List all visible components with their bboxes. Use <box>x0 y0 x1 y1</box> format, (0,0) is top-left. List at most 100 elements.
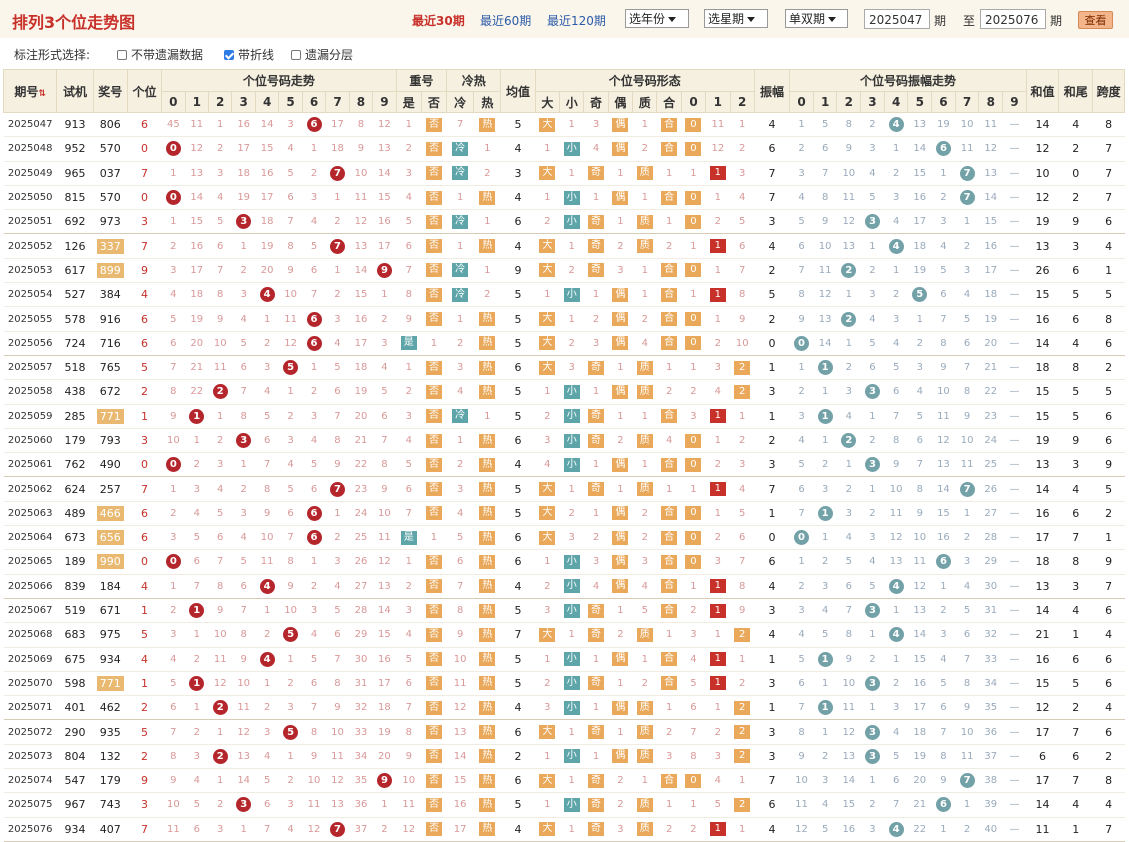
form-missing: 3 <box>592 119 600 131</box>
amp-trend-cell: 15 <box>836 792 861 818</box>
missing-count: 7 <box>217 264 224 276</box>
checkbox-icon[interactable] <box>117 50 127 60</box>
trend-cell: 2 <box>185 452 209 478</box>
table-row: 2025068 683 975 5 3 1 10 8 2 5 4 6 29 15 4 否 9 热 7 大 1 奇 2 质 1 3 1… <box>3 622 1125 648</box>
hotcold-cell: 热 <box>473 331 501 356</box>
amp-trend-cell: 3 <box>789 598 814 624</box>
from-issue-input[interactable]: 2025047 <box>864 9 930 29</box>
award-cell: 570 <box>93 185 128 211</box>
to-issue-input[interactable]: 2025076 <box>980 9 1046 29</box>
award-repeat-badge: 990 <box>96 554 124 570</box>
hotcold-miss: 4 <box>456 386 464 398</box>
header-issue[interactable]: 期号⇅ <box>2 69 58 113</box>
form-missing: 2 <box>665 726 673 738</box>
amp-trend-cell: 15 <box>907 161 932 186</box>
missing-count: 2 <box>334 216 341 228</box>
missing-count: 17 <box>260 192 274 204</box>
missing-count: 25 <box>354 532 368 544</box>
amp-trend-cell: 16 <box>907 185 932 211</box>
amp-trend-cell: 6 <box>884 379 908 405</box>
parity-select[interactable]: 单双期 <box>785 9 848 28</box>
amp-trend-cell: 4 <box>813 792 837 818</box>
amp-trend-cell: 7 <box>884 404 908 429</box>
amp-trend-cell: 5 <box>813 622 837 648</box>
nav-recent-60[interactable]: 最近60期 <box>480 12 531 29</box>
view-button[interactable]: 查看 <box>1078 11 1113 29</box>
issue-cell: 2025070 <box>3 671 57 697</box>
option-no-missing[interactable]: 不带遗漏数据 <box>117 46 203 63</box>
missing-count: 19 <box>378 726 391 738</box>
trend-cell: 8 <box>161 744 186 770</box>
trend-cell: 12 <box>208 671 232 697</box>
form-missing: 1 <box>592 386 600 398</box>
repeat-tag: 否 <box>425 117 442 132</box>
form-cell: 3 <box>730 161 755 186</box>
amp-trend-cell: 8 <box>836 112 861 138</box>
form-tag: 奇 <box>588 627 605 642</box>
sum-cell: 15 <box>1026 282 1059 308</box>
hotcold-miss: 1 <box>484 264 491 276</box>
trend-cell: 5 <box>278 719 303 745</box>
trend-cell: 6 <box>161 695 186 721</box>
repeat-tag: 否 <box>425 700 442 715</box>
span-cell: 7 <box>1092 136 1125 162</box>
sum-cell: 12 <box>1026 695 1059 721</box>
amp-trend-cell: 4 <box>884 112 908 138</box>
form-tag: 小 <box>563 700 580 715</box>
form-missing: 3 <box>544 435 551 446</box>
amp-trend-cell: 39 <box>978 792 1003 818</box>
sum-tail-cell: 6 <box>1058 501 1093 527</box>
repeat-cell: 10 <box>396 768 422 794</box>
amp-missing: — <box>1009 216 1020 228</box>
week-select[interactable]: 选星期 <box>704 9 768 28</box>
form-cell: 2 <box>632 501 657 527</box>
span-cell: 5 <box>1092 379 1125 405</box>
amp-trend-cell: 5 <box>789 209 814 235</box>
span-cell: 6 <box>1092 647 1125 672</box>
amp-trend-cell: 2 <box>955 233 979 259</box>
nav-recent-120[interactable]: 最近120期 <box>547 12 606 29</box>
checkbox-icon[interactable] <box>291 50 301 60</box>
amp-missing: 3 <box>798 167 805 179</box>
amp-missing: 5 <box>892 750 900 762</box>
option-layered-missing[interactable]: 遗漏分层 <box>291 46 353 63</box>
table-row: 2025055 578 916 6 5 19 9 4 1 11 6 3 16 2 9 否 1 热 5 大 1 2 偶 2 合 0 1… <box>3 306 1125 332</box>
form-missing: 11 <box>711 119 725 131</box>
form-cell: 1 <box>632 647 657 672</box>
span-cell: 6 <box>1092 671 1125 697</box>
year-select[interactable]: 选年份 <box>625 9 689 28</box>
checkbox-checked-icon[interactable] <box>224 50 234 60</box>
form-cell: 小 <box>559 136 584 162</box>
option-polyline[interactable]: 带折线 <box>224 46 274 63</box>
trend-cell: 2 <box>278 671 303 697</box>
amp-missing: 9 <box>963 410 971 422</box>
hotcold-tag: 热 <box>479 797 496 812</box>
nav-recent-30[interactable]: 最近30期 <box>412 12 465 29</box>
form-missing: 1 <box>714 507 722 519</box>
sum-cell: 18 <box>1026 549 1059 575</box>
amp-missing: — <box>1009 143 1020 155</box>
missing-count: 11 <box>354 192 368 204</box>
hotcold-cell: 13 <box>446 719 474 745</box>
missing-count: 7 <box>287 532 294 544</box>
amp-trend-cell: 16 <box>907 671 932 697</box>
form-missing: 1 <box>544 799 551 811</box>
missing-count: 6 <box>240 580 247 592</box>
form-cell: 偶 <box>608 136 633 162</box>
shiji-cell: 189 <box>56 549 94 575</box>
trend-cell: 16 <box>255 161 279 186</box>
amp-trend-cell: 3 <box>836 501 861 527</box>
hotcold-cell: 2 <box>473 161 501 186</box>
span-cell: 1 <box>1092 258 1125 284</box>
form-missing: 2 <box>714 216 722 228</box>
trend-cell: 12 <box>185 136 209 162</box>
amp-missing: 2 <box>963 823 971 835</box>
span-cell: 4 <box>1092 792 1125 818</box>
repeat-tag: 否 <box>425 822 442 837</box>
hotcold-cell: 热 <box>473 598 501 624</box>
amp-missing: 10 <box>913 532 927 544</box>
mean-cell: 5 <box>500 379 536 405</box>
mean-cell: 5 <box>500 792 536 818</box>
shiji-cell: 724 <box>56 331 94 356</box>
trend-cell: 9 <box>161 404 186 429</box>
